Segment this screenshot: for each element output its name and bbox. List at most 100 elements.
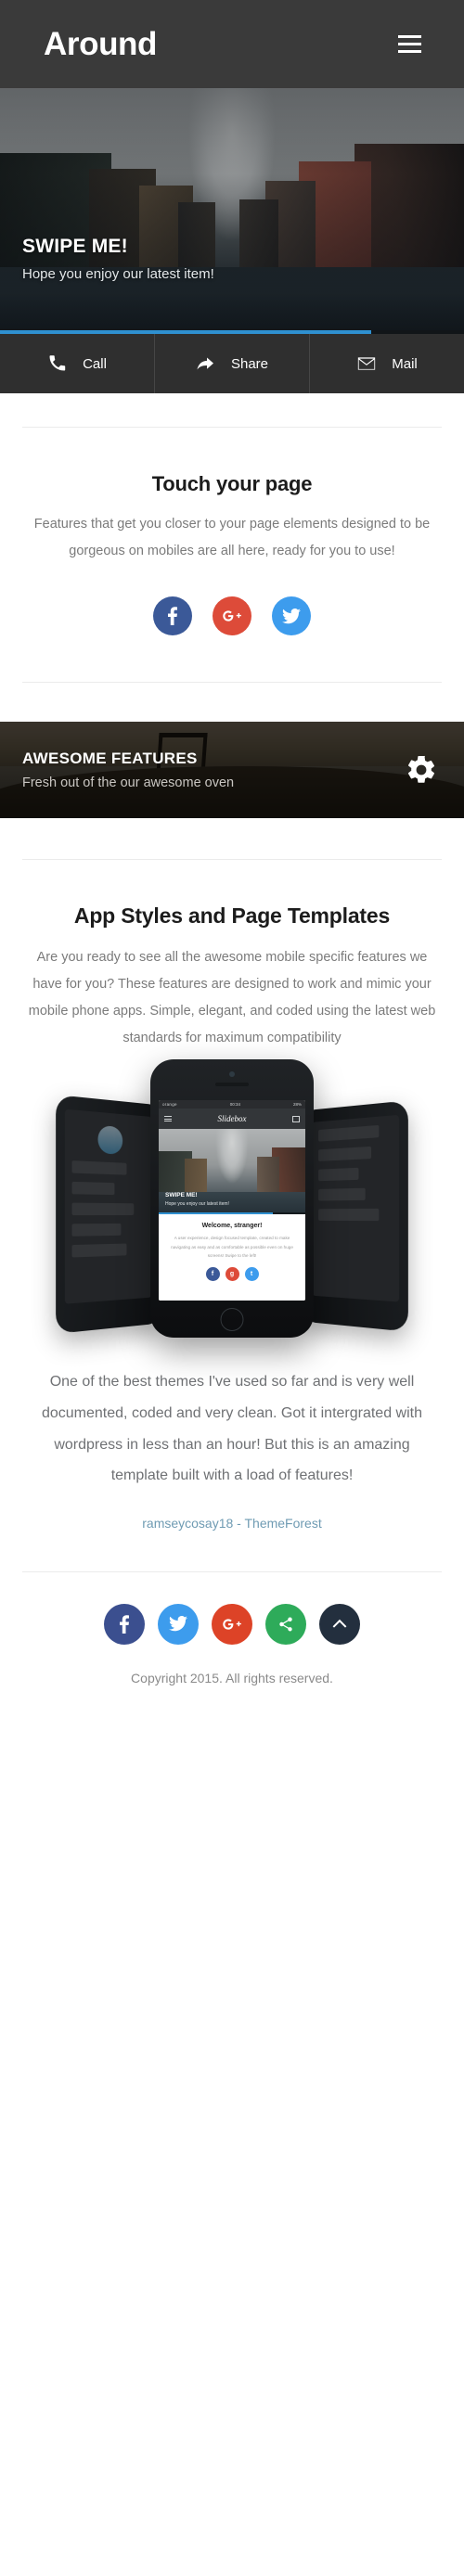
spacer bbox=[0, 818, 464, 859]
phone-social-buttons: f g t bbox=[166, 1267, 298, 1281]
app-header: Around bbox=[0, 0, 464, 88]
footer-social-buttons bbox=[0, 1604, 464, 1645]
share-arrow-icon bbox=[196, 354, 215, 374]
menu-row bbox=[72, 1203, 134, 1215]
phone-hero-subtitle: Hope you enjoy our latest item! bbox=[165, 1201, 229, 1207]
phone-time: 00:34 bbox=[230, 1102, 240, 1107]
footer-share-button[interactable] bbox=[265, 1604, 306, 1645]
phone-facebook-button: f bbox=[206, 1267, 220, 1281]
gear-icon bbox=[405, 753, 438, 787]
touch-section-title: Touch your page bbox=[22, 428, 442, 496]
hamburger-line bbox=[398, 43, 421, 45]
copyright-text: Copyright 2015. All rights reserved. bbox=[0, 1645, 464, 1685]
chevron-up-icon bbox=[332, 1619, 347, 1629]
phone-speaker bbox=[215, 1083, 249, 1086]
phone-right bbox=[304, 1101, 408, 1332]
mail-button[interactable]: Mail bbox=[309, 334, 464, 393]
phone-status-bar: orange 00:34 28% bbox=[159, 1100, 305, 1109]
facebook-button[interactable] bbox=[153, 596, 192, 635]
phone-mail-icon bbox=[292, 1116, 300, 1122]
footer-twitter-button[interactable] bbox=[158, 1604, 199, 1645]
avatar bbox=[97, 1125, 122, 1155]
twitter-icon bbox=[169, 1616, 187, 1632]
phone-progress-bar bbox=[159, 1212, 305, 1214]
share-nodes-icon bbox=[277, 1616, 294, 1633]
share-button[interactable]: Share bbox=[154, 334, 309, 393]
call-label: Call bbox=[83, 356, 107, 372]
testimonial-quote: One of the best themes I've used so far … bbox=[0, 1344, 464, 1491]
phone-home-button bbox=[221, 1308, 244, 1331]
phone-welcome-body: A user experience, design focused templa… bbox=[166, 1234, 298, 1260]
phone-left-screen bbox=[65, 1109, 152, 1304]
hero-progress-bar bbox=[0, 330, 464, 334]
hamburger-line bbox=[398, 35, 421, 38]
quick-action-bar: Call Share Mail bbox=[0, 334, 464, 393]
share-label: Share bbox=[231, 356, 268, 372]
phone-hero: SWIPE ME! Hope you enjoy our latest item… bbox=[159, 1129, 305, 1214]
banner-title: AWESOME FEATURES bbox=[22, 750, 234, 768]
twitter-icon bbox=[282, 609, 301, 624]
menu-row bbox=[318, 1168, 359, 1181]
hero-progress-fill bbox=[0, 330, 371, 334]
phone-hero-title: SWIPE ME! bbox=[165, 1192, 229, 1198]
phone-app-logo: Slidebox bbox=[218, 1114, 247, 1123]
google-plus-icon bbox=[222, 1617, 242, 1632]
brand-title: Around bbox=[44, 28, 157, 60]
hero-caption: SWIPE ME! Hope you enjoy our latest item… bbox=[22, 236, 214, 282]
banner-caption: AWESOME FEATURES Fresh out of the our aw… bbox=[0, 750, 234, 790]
menu-row bbox=[72, 1224, 122, 1237]
app-section-title: App Styles and Page Templates bbox=[22, 860, 442, 929]
phone-camera bbox=[229, 1071, 235, 1077]
envelope-icon bbox=[356, 354, 376, 374]
footer-google-plus-button[interactable] bbox=[212, 1604, 252, 1645]
touch-section-body: Features that get you closer to your pag… bbox=[22, 496, 442, 565]
google-plus-button[interactable] bbox=[213, 596, 251, 635]
menu-row bbox=[318, 1147, 371, 1161]
phone-nav-bar: Slidebox bbox=[159, 1109, 305, 1129]
touch-your-page-section: Touch your page Features that get you cl… bbox=[0, 428, 464, 682]
menu-row bbox=[72, 1244, 127, 1258]
phone-carrier: orange bbox=[162, 1102, 177, 1107]
footer: Copyright 2015. All rights reserved. bbox=[0, 1572, 464, 1713]
phone-google-plus-button: g bbox=[226, 1267, 239, 1281]
app-styles-section: App Styles and Page Templates Are you re… bbox=[0, 860, 464, 1052]
facebook-icon bbox=[120, 1615, 129, 1634]
call-button[interactable]: Call bbox=[0, 334, 154, 393]
menu-row bbox=[72, 1161, 127, 1176]
twitter-button[interactable] bbox=[272, 596, 311, 635]
hero-subtitle: Hope you enjoy our latest item! bbox=[22, 266, 214, 282]
spacer bbox=[0, 683, 464, 722]
phone-left bbox=[56, 1096, 160, 1335]
menu-row bbox=[318, 1125, 379, 1142]
hero-slider[interactable]: SWIPE ME! Hope you enjoy our latest item… bbox=[0, 88, 464, 334]
phone-screen: orange 00:34 28% Slidebox SWIPE ME! Hope… bbox=[159, 1100, 305, 1301]
facebook-icon bbox=[168, 607, 177, 625]
mail-label: Mail bbox=[392, 356, 418, 372]
hero-title: SWIPE ME! bbox=[22, 236, 214, 257]
awesome-features-banner: AWESOME FEATURES Fresh out of the our aw… bbox=[0, 722, 464, 818]
hamburger-menu-icon[interactable] bbox=[398, 35, 421, 53]
menu-row bbox=[318, 1188, 365, 1201]
hamburger-line bbox=[398, 50, 421, 53]
footer-facebook-button[interactable] bbox=[104, 1604, 145, 1645]
google-plus-icon bbox=[222, 609, 242, 623]
phone-mockup-image: orange 00:34 28% Slidebox SWIPE ME! Hope… bbox=[0, 1052, 464, 1344]
phone-center: orange 00:34 28% Slidebox SWIPE ME! Hope… bbox=[150, 1059, 314, 1338]
phone-group: orange 00:34 28% Slidebox SWIPE ME! Hope… bbox=[46, 1059, 418, 1338]
phone-icon bbox=[47, 354, 67, 374]
phone-right-screen bbox=[312, 1115, 399, 1302]
menu-row bbox=[72, 1182, 115, 1195]
app-section-body: Are you ready to see all the awesome mob… bbox=[22, 929, 442, 1052]
hero-overlay bbox=[0, 88, 464, 334]
scroll-to-top-button[interactable] bbox=[319, 1604, 360, 1645]
phone-twitter-button: t bbox=[245, 1267, 259, 1281]
phone-menu-icon bbox=[164, 1116, 172, 1121]
touch-section-social-buttons bbox=[22, 565, 442, 682]
banner-subtitle: Fresh out of the our awesome oven bbox=[22, 775, 234, 790]
phone-hero-caption: SWIPE ME! Hope you enjoy our latest item… bbox=[165, 1192, 229, 1207]
phone-welcome-title: Welcome, stranger! bbox=[166, 1223, 298, 1229]
testimonial-author-link[interactable]: ramseycosay18 - ThemeForest bbox=[0, 1492, 464, 1571]
phone-content: Welcome, stranger! A user experience, de… bbox=[159, 1214, 305, 1301]
phone-battery: 28% bbox=[293, 1102, 302, 1107]
menu-row bbox=[318, 1209, 379, 1221]
